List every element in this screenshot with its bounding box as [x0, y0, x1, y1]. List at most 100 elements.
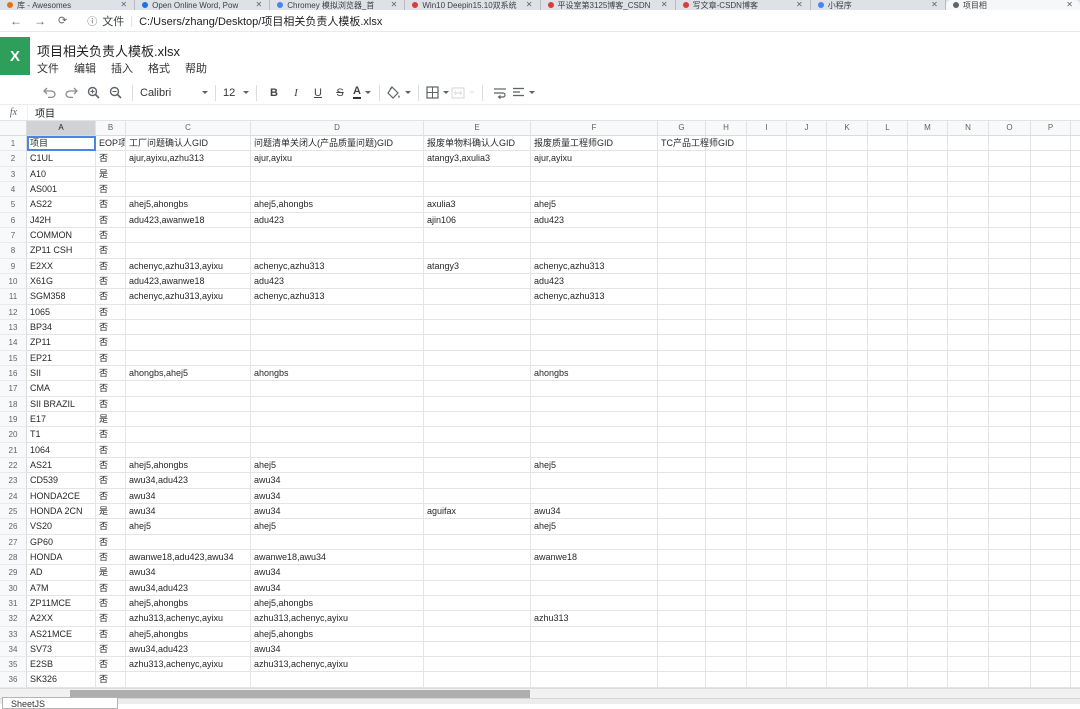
column-header-F[interactable]: F [531, 121, 658, 136]
cell-O12[interactable] [989, 305, 1031, 320]
cell-C35[interactable]: azhu313,achenyc,ayixu [126, 657, 251, 672]
cell-E6[interactable]: ajin106 [424, 213, 531, 228]
cell-L10[interactable] [868, 274, 908, 289]
forward-icon[interactable]: → [34, 14, 46, 28]
cell-J5[interactable] [787, 197, 827, 212]
cell-J35[interactable] [787, 657, 827, 672]
cell-O30[interactable] [989, 581, 1031, 596]
cell-M8[interactable] [908, 243, 948, 258]
cell-E17[interactable] [424, 381, 531, 396]
cell-O34[interactable] [989, 642, 1031, 657]
cell-G30[interactable] [658, 581, 706, 596]
cell-O28[interactable] [989, 550, 1031, 565]
cell-B17[interactable]: 否 [96, 381, 126, 396]
cell-M4[interactable] [908, 182, 948, 197]
cell-A16[interactable]: SII [27, 366, 96, 381]
cell-D29[interactable]: awu34 [251, 565, 424, 580]
cell-B7[interactable]: 否 [96, 228, 126, 243]
cell-P28[interactable] [1031, 550, 1071, 565]
cell-I9[interactable] [747, 259, 787, 274]
cell-H12[interactable] [706, 305, 747, 320]
column-header-B[interactable]: B [96, 121, 126, 136]
cell-K17[interactable] [827, 381, 868, 396]
cell-M28[interactable] [908, 550, 948, 565]
cell-H25[interactable] [706, 504, 747, 519]
cell-O1[interactable] [989, 136, 1031, 151]
tab-close-icon[interactable]: ✕ [256, 1, 263, 9]
cell-G16[interactable] [658, 366, 706, 381]
cell-K6[interactable] [827, 213, 868, 228]
cell-I35[interactable] [747, 657, 787, 672]
cell-K26[interactable] [827, 519, 868, 534]
cell-B16[interactable]: 否 [96, 366, 126, 381]
cell-K19[interactable] [827, 412, 868, 427]
cell-I26[interactable] [747, 519, 787, 534]
cell-K2[interactable] [827, 151, 868, 166]
cell-J28[interactable] [787, 550, 827, 565]
cell-I21[interactable] [747, 443, 787, 458]
row-number[interactable]: 28 [0, 550, 27, 565]
cell-H6[interactable] [706, 213, 747, 228]
cell-P7[interactable] [1031, 228, 1071, 243]
cell-F19[interactable] [531, 412, 658, 427]
cell-D8[interactable] [251, 243, 424, 258]
wrap-text-button[interactable] [490, 84, 510, 102]
cell-K9[interactable] [827, 259, 868, 274]
cell-X36[interactable] [1071, 672, 1080, 687]
cell-D3[interactable] [251, 167, 424, 182]
cell-P22[interactable] [1031, 458, 1071, 473]
cell-A35[interactable]: E2SB [27, 657, 96, 672]
cell-C4[interactable] [126, 182, 251, 197]
cell-I19[interactable] [747, 412, 787, 427]
cell-E13[interactable] [424, 320, 531, 335]
cell-L14[interactable] [868, 335, 908, 350]
tab-close-icon[interactable]: ✕ [120, 1, 127, 9]
cell-D28[interactable]: awanwe18,awu34 [251, 550, 424, 565]
cell-X34[interactable] [1071, 642, 1080, 657]
cell-E35[interactable] [424, 657, 531, 672]
cell-M34[interactable] [908, 642, 948, 657]
cell-D20[interactable] [251, 427, 424, 442]
column-header-E[interactable]: E [424, 121, 531, 136]
cell-N24[interactable] [948, 489, 989, 504]
cell-G19[interactable] [658, 412, 706, 427]
cell-X21[interactable] [1071, 443, 1080, 458]
cell-C29[interactable]: awu34 [126, 565, 251, 580]
cell-I11[interactable] [747, 289, 787, 304]
cell-N26[interactable] [948, 519, 989, 534]
cell-P30[interactable] [1031, 581, 1071, 596]
cell-A19[interactable]: E17 [27, 412, 96, 427]
cell-E14[interactable] [424, 335, 531, 350]
cell-A5[interactable]: AS22 [27, 197, 96, 212]
cell-F10[interactable]: adu423 [531, 274, 658, 289]
cell-M2[interactable] [908, 151, 948, 166]
cell-H2[interactable] [706, 151, 747, 166]
cell-M7[interactable] [908, 228, 948, 243]
cell-L13[interactable] [868, 320, 908, 335]
cell-N25[interactable] [948, 504, 989, 519]
cell-N2[interactable] [948, 151, 989, 166]
cell-F13[interactable] [531, 320, 658, 335]
browser-tab[interactable]: 平设室第3125博客_CSDN✕ [541, 0, 676, 10]
cell-D6[interactable]: adu423 [251, 213, 424, 228]
cell-A10[interactable]: X61G [27, 274, 96, 289]
column-header-O[interactable]: O [989, 121, 1031, 136]
cell-E28[interactable] [424, 550, 531, 565]
cell-L7[interactable] [868, 228, 908, 243]
cell-O31[interactable] [989, 596, 1031, 611]
column-header-M[interactable]: M [908, 121, 948, 136]
cell-D24[interactable]: awu34 [251, 489, 424, 504]
cell-H22[interactable] [706, 458, 747, 473]
cell-N1[interactable] [948, 136, 989, 151]
cell-D19[interactable] [251, 412, 424, 427]
cell-F7[interactable] [531, 228, 658, 243]
cell-I14[interactable] [747, 335, 787, 350]
cell-A21[interactable]: 1064 [27, 443, 96, 458]
cell-G11[interactable] [658, 289, 706, 304]
cell-H21[interactable] [706, 443, 747, 458]
cell-X35[interactable] [1071, 657, 1080, 672]
cell-L19[interactable] [868, 412, 908, 427]
cell-I3[interactable] [747, 167, 787, 182]
cell-X30[interactable] [1071, 581, 1080, 596]
cell-A24[interactable]: HONDA2CE [27, 489, 96, 504]
